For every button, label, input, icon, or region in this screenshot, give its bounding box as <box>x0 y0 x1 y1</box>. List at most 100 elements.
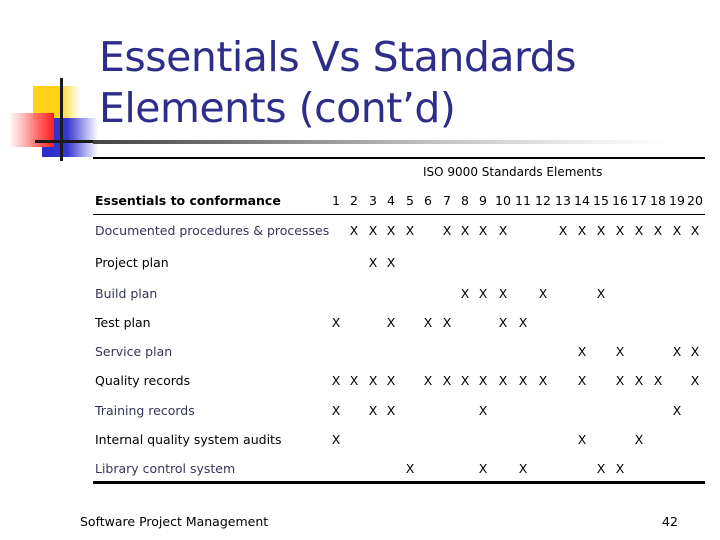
mark-x: X <box>478 461 488 476</box>
column-number: 10 <box>495 193 511 208</box>
logo-horizontal-line <box>35 140 95 143</box>
title-underline <box>93 140 673 144</box>
mark-x: X <box>478 373 488 388</box>
mark-x: X <box>653 223 663 238</box>
column-number: 8 <box>461 193 469 208</box>
mark-x: X <box>672 344 682 359</box>
mark-x: X <box>386 223 396 238</box>
mark-x: X <box>331 403 341 418</box>
mark-x: X <box>577 432 587 447</box>
mark-x: X <box>386 403 396 418</box>
mark-x: X <box>615 344 625 359</box>
mark-x: X <box>518 315 528 330</box>
mark-x: X <box>653 373 663 388</box>
column-number: 18 <box>650 193 666 208</box>
row-label: Test plan <box>95 315 151 330</box>
page-number: 42 <box>662 514 678 529</box>
row-label: Library control system <box>95 461 236 476</box>
column-number: 4 <box>387 193 395 208</box>
logo-vertical-line <box>60 78 63 161</box>
mark-x: X <box>368 255 378 270</box>
mark-x: X <box>558 223 568 238</box>
table-top-rule <box>93 157 705 159</box>
mark-x: X <box>423 315 433 330</box>
row-label: Service plan <box>95 344 173 359</box>
mark-x: X <box>478 223 488 238</box>
mark-x: X <box>442 315 452 330</box>
mark-x: X <box>331 432 341 447</box>
row-label: Build plan <box>95 286 158 301</box>
slide-title-line2: Elements (cont’d) <box>99 84 456 132</box>
mark-x: X <box>577 373 587 388</box>
mark-x: X <box>331 373 341 388</box>
mark-x: X <box>478 403 488 418</box>
mark-x: X <box>386 373 396 388</box>
column-number: 13 <box>555 193 571 208</box>
mark-x: X <box>538 373 548 388</box>
mark-x: X <box>518 461 528 476</box>
column-number: 14 <box>574 193 590 208</box>
mark-x: X <box>634 223 644 238</box>
mark-x: X <box>577 344 587 359</box>
mark-x: X <box>690 344 700 359</box>
mark-x: X <box>349 223 359 238</box>
column-number: 9 <box>479 193 487 208</box>
mark-x: X <box>498 223 508 238</box>
mark-x: X <box>577 223 587 238</box>
footer-title: Software Project Management <box>80 514 269 529</box>
column-number: 15 <box>593 193 609 208</box>
mark-x: X <box>498 315 508 330</box>
column-number: 3 <box>369 193 377 208</box>
mark-x: X <box>615 223 625 238</box>
mark-x: X <box>405 223 415 238</box>
column-number: 7 <box>443 193 451 208</box>
mark-x: X <box>386 255 396 270</box>
slide-title-line1: Essentials Vs Standards <box>99 33 577 81</box>
mark-x: X <box>368 223 378 238</box>
mark-x: X <box>615 373 625 388</box>
column-number: 11 <box>515 193 531 208</box>
slide-title: Essentials Vs Standards Elements (cont’d… <box>99 32 577 134</box>
row-label: Training records <box>95 403 195 418</box>
mark-x: X <box>442 223 452 238</box>
table-header-rule <box>93 214 705 215</box>
mark-x: X <box>331 315 341 330</box>
mark-x: X <box>634 373 644 388</box>
row-label: Project plan <box>95 255 169 270</box>
mark-x: X <box>460 223 470 238</box>
essentials-column-header: Essentials to conformance <box>95 193 281 208</box>
mark-x: X <box>368 373 378 388</box>
mark-x: X <box>498 286 508 301</box>
standards-group-header: ISO 9000 Standards Elements <box>423 165 603 179</box>
mark-x: X <box>615 461 625 476</box>
mark-x: X <box>538 286 548 301</box>
column-number: 5 <box>406 193 414 208</box>
column-number: 19 <box>669 193 685 208</box>
column-number: 2 <box>350 193 358 208</box>
mark-x: X <box>672 403 682 418</box>
column-number: 16 <box>612 193 628 208</box>
row-label: Internal quality system audits <box>95 432 282 447</box>
mark-x: X <box>349 373 359 388</box>
mark-x: X <box>405 461 415 476</box>
row-label: Quality records <box>95 373 191 388</box>
table-bottom-rule <box>93 481 705 484</box>
mark-x: X <box>498 373 508 388</box>
mark-x: X <box>442 373 452 388</box>
column-number: 17 <box>631 193 647 208</box>
mark-x: X <box>672 223 682 238</box>
column-number: 12 <box>535 193 551 208</box>
mark-x: X <box>690 373 700 388</box>
mark-x: X <box>596 461 606 476</box>
mark-x: X <box>690 223 700 238</box>
mark-x: X <box>596 223 606 238</box>
mark-x: X <box>368 403 378 418</box>
mark-x: X <box>596 286 606 301</box>
column-number: 6 <box>424 193 432 208</box>
mark-x: X <box>518 373 528 388</box>
mark-x: X <box>386 315 396 330</box>
row-label: Documented procedures & processes <box>95 223 330 238</box>
column-number: 1 <box>332 193 340 208</box>
mark-x: X <box>460 373 470 388</box>
mark-x: X <box>423 373 433 388</box>
